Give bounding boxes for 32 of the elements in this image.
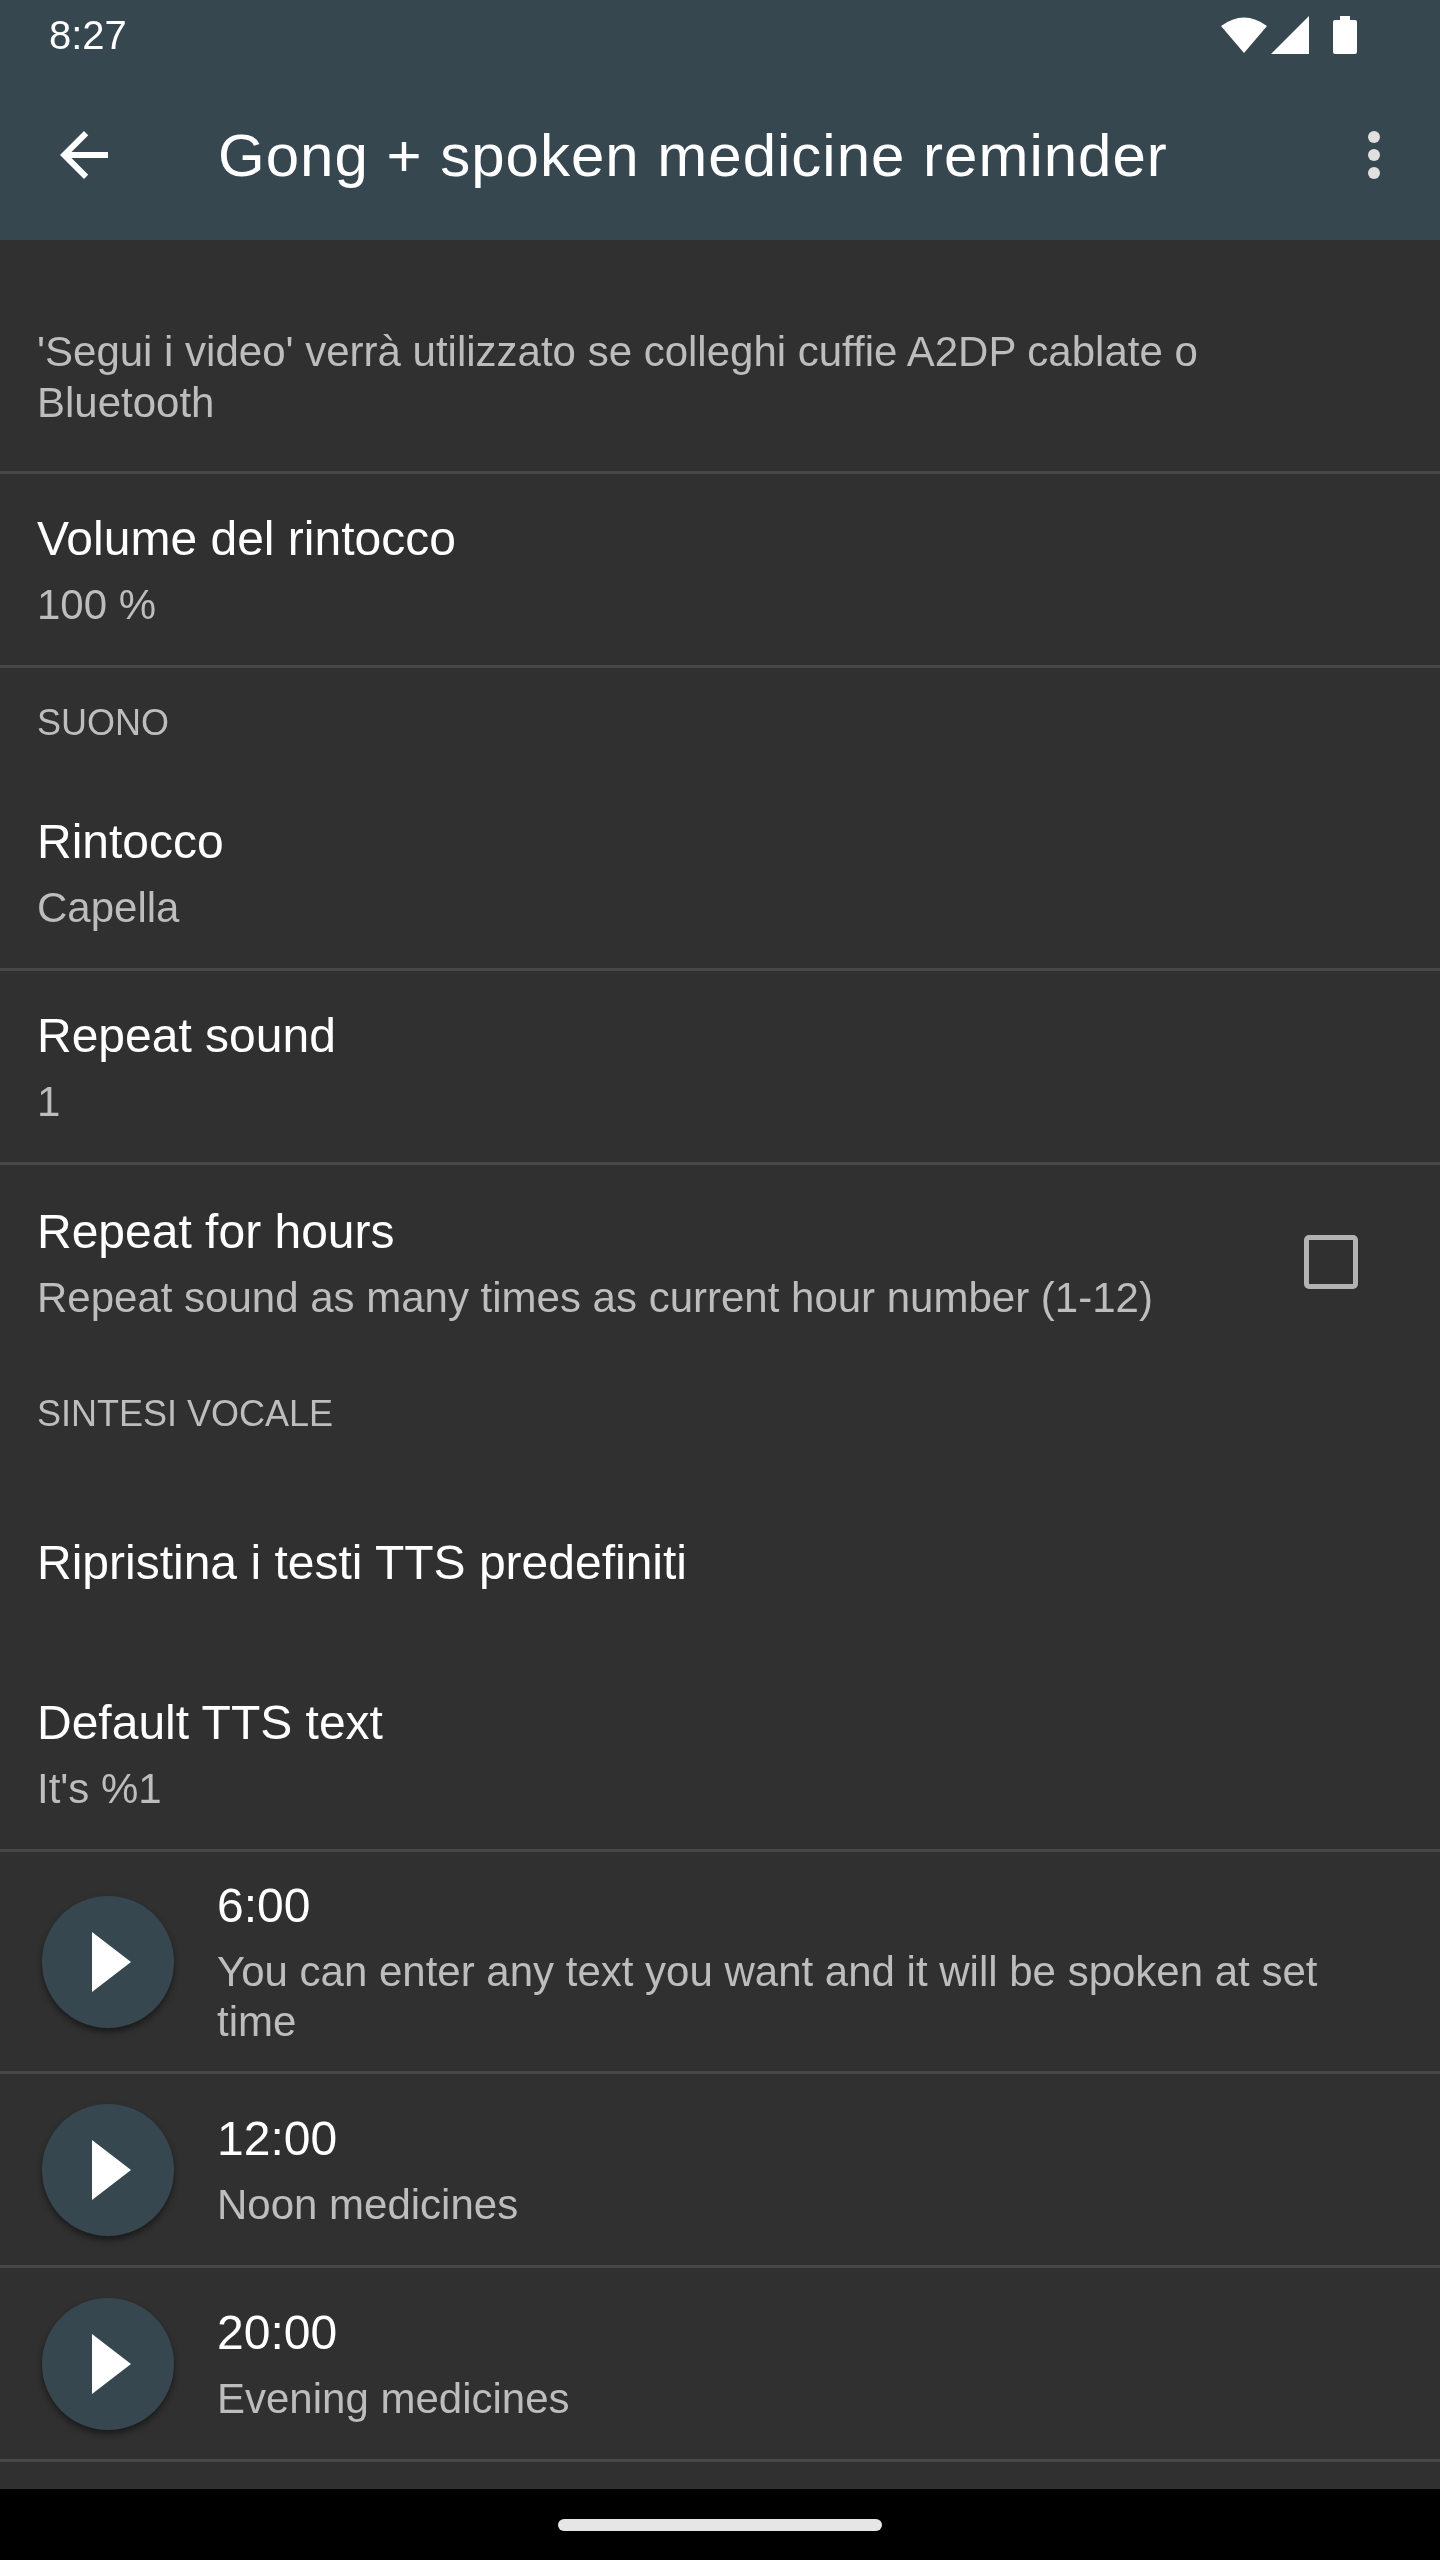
play-icon: [92, 1931, 131, 1992]
reminder-text: You can enter any text you want and it will be spoken at set time: [217, 1947, 1319, 2047]
play-icon: [92, 2333, 131, 2394]
status-time: 8:27: [49, 12, 127, 58]
reminder-time[interactable]: 6:00: [217, 1876, 311, 1936]
reminder-text: Noon medicines: [217, 2180, 519, 2230]
setting-summary: 1: [37, 1077, 61, 1127]
app-bar-title: Gong + spoken medicine reminder: [218, 120, 1168, 190]
back-arrow-icon: [60, 131, 108, 179]
setting-title[interactable]: Default TTS text: [37, 1693, 383, 1753]
battery-icon: [1333, 16, 1357, 54]
reminder-time[interactable]: 20:00: [217, 2303, 338, 2363]
section-header: SINTESI VOCALE: [37, 1392, 334, 1435]
reminder-time[interactable]: 12:00: [217, 2109, 338, 2169]
home-indicator[interactable]: [558, 2518, 882, 2531]
setting-summary: Capella: [37, 883, 180, 933]
signal-icon: [1271, 16, 1309, 54]
setting-summary: It's %1: [37, 1764, 162, 1814]
more-options-icon: [1368, 131, 1380, 179]
wifi-icon: [1221, 17, 1267, 53]
setting-title[interactable]: Rintocco: [37, 812, 224, 872]
info-text: 'Segui i video' verrà utilizzato se colleghi cuffie A2DP cablate o Bluetooth: [37, 327, 1199, 428]
setting-title[interactable]: Ripristina i testi TTS predefiniti: [37, 1533, 687, 1593]
checkbox[interactable]: [1304, 1235, 1358, 1289]
setting-title[interactable]: Volume del rintocco: [37, 509, 456, 569]
setting-title[interactable]: Repeat sound: [37, 1006, 336, 1066]
setting-summary: 100 %: [37, 580, 157, 630]
play-icon: [92, 2139, 131, 2200]
section-header: SUONO: [37, 701, 169, 744]
setting-title[interactable]: Repeat for hours: [37, 1201, 395, 1262]
setting-summary: Repeat sound as many times as current hour number (1-12): [37, 1272, 1153, 1323]
reminder-text: Evening medicines: [217, 2374, 570, 2424]
